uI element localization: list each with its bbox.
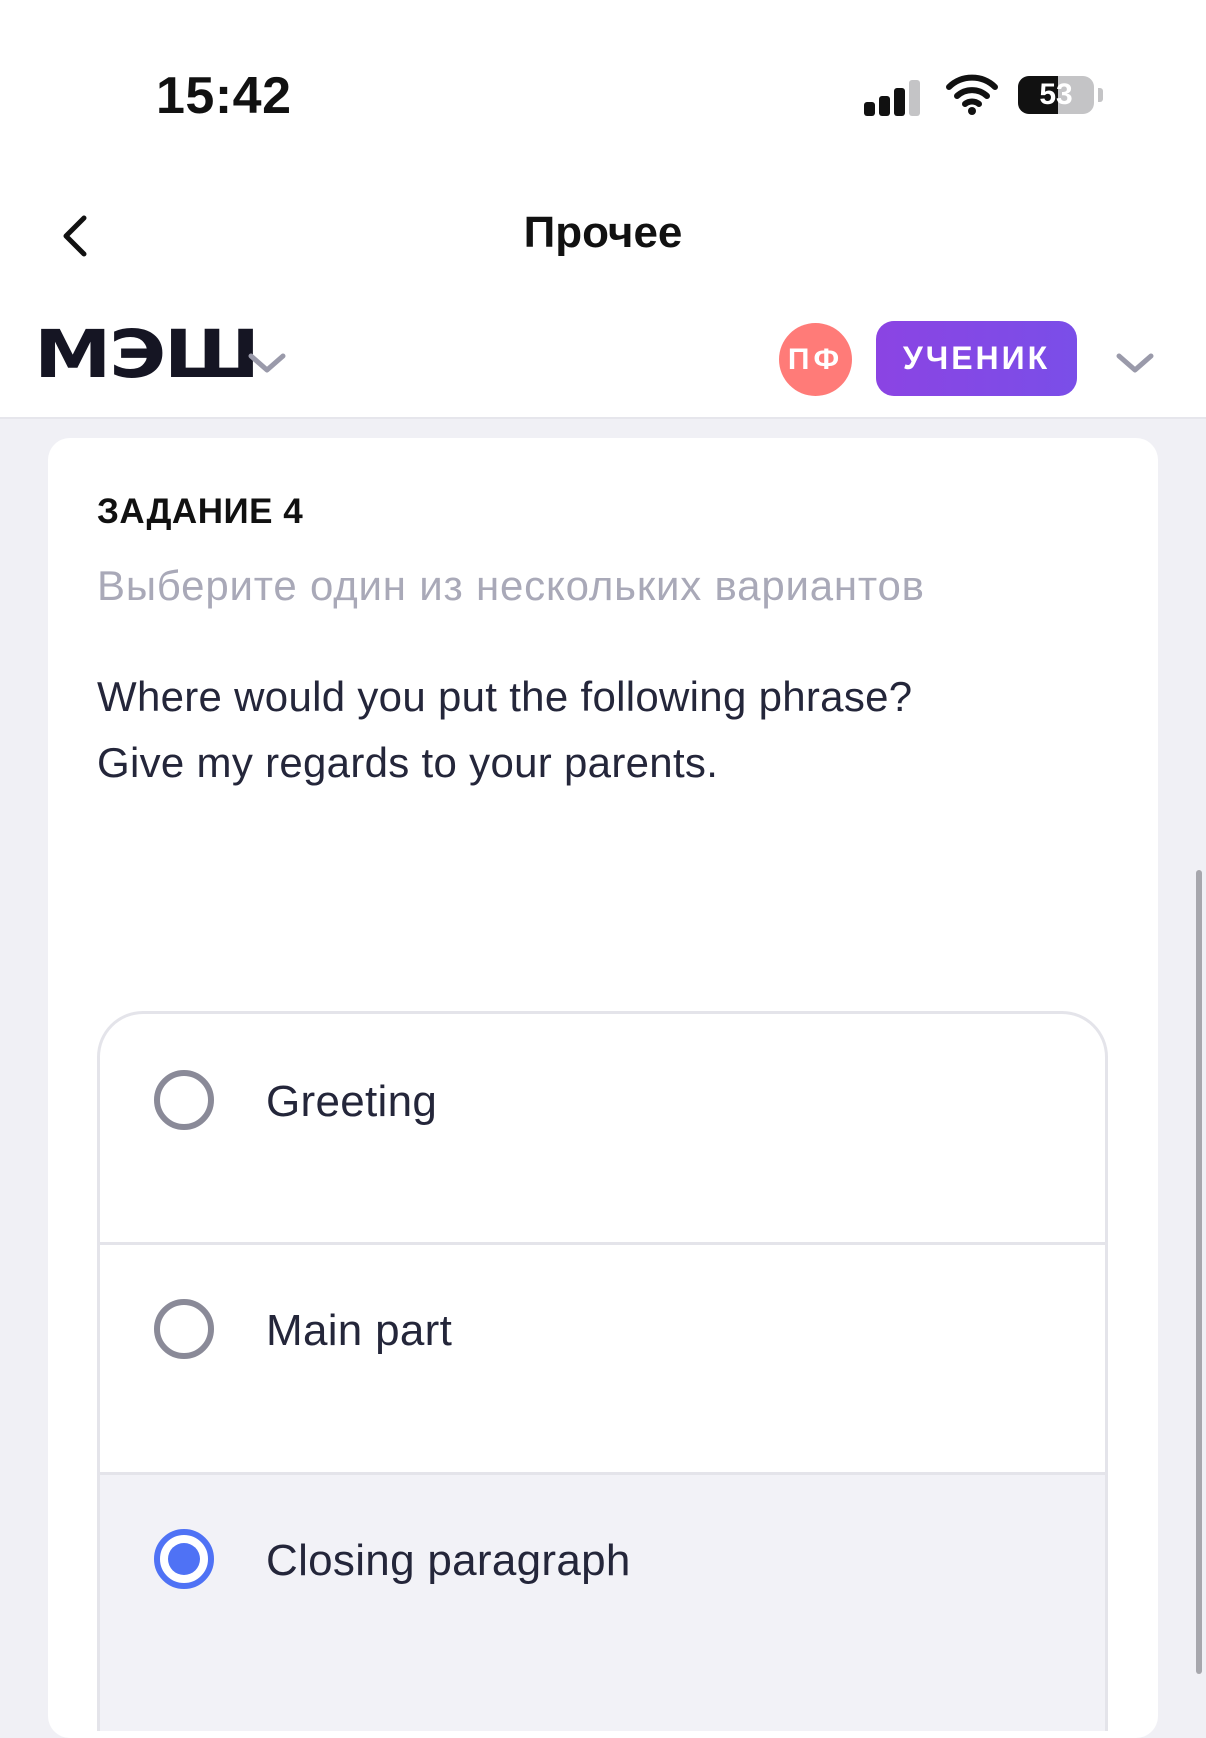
option-closing-paragraph[interactable]: Closing paragraph xyxy=(100,1472,1105,1731)
chevron-down-icon xyxy=(1116,353,1154,373)
question-line: Give my regards to your parents. xyxy=(97,739,719,786)
chevron-down-icon xyxy=(248,353,286,373)
profile-menu-button[interactable] xyxy=(1112,342,1158,382)
scrollbar[interactable] xyxy=(1196,870,1202,1674)
radio-button[interactable] xyxy=(154,1070,214,1130)
question-line: Where would you put the following phrase… xyxy=(97,673,913,720)
status-indicators: 53 xyxy=(864,72,1104,122)
app-switcher-button[interactable] xyxy=(244,342,290,382)
option-label: Main part xyxy=(266,1306,453,1355)
top-area: 15:42 53 Прочее МЭШ ПФ УЧЕНИК xyxy=(0,0,1206,419)
task-instruction: Выберите один из нескольких вариантов xyxy=(97,562,925,609)
option-label: Greeting xyxy=(266,1077,438,1126)
battery-level: 53 xyxy=(1039,78,1073,111)
option-main-part[interactable]: Main part xyxy=(100,1242,1105,1470)
radio-button[interactable] xyxy=(154,1299,214,1359)
option-greeting[interactable]: Greeting xyxy=(100,1014,1105,1242)
battery-icon: 53 xyxy=(1018,76,1094,114)
answer-options: Greeting Main part Closing paragraph xyxy=(97,1011,1108,1731)
avatar[interactable]: ПФ xyxy=(779,323,852,396)
question-text: Where would you put the following phrase… xyxy=(97,664,912,796)
status-time: 15:42 xyxy=(156,67,292,125)
battery-tip xyxy=(1098,88,1103,102)
wifi-icon xyxy=(946,74,998,115)
radio-button-selected[interactable] xyxy=(154,1529,214,1589)
task-title: ЗАДАНИЕ 4 xyxy=(97,492,304,531)
app-logo[interactable]: МЭШ xyxy=(34,322,260,388)
option-label: Closing paragraph xyxy=(266,1536,631,1585)
role-badge[interactable]: УЧЕНИК xyxy=(876,321,1077,396)
page-title: Прочее xyxy=(523,208,683,257)
